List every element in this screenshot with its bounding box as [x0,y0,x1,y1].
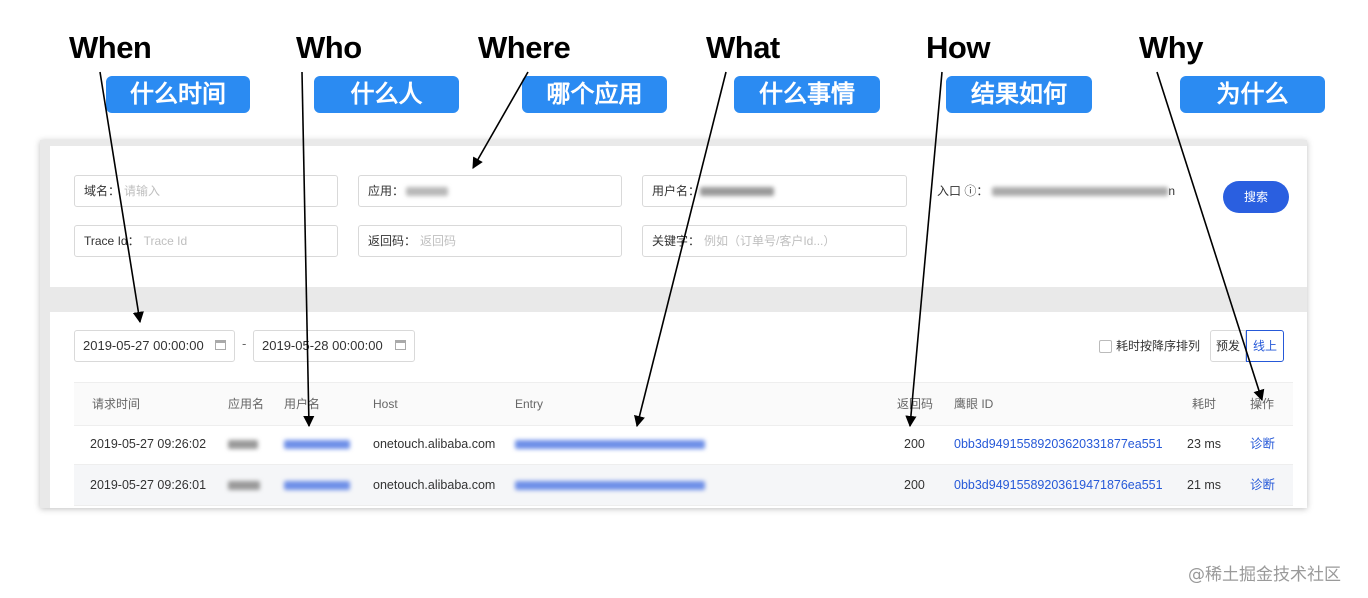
annotation-arrows [99,71,1265,428]
watermark: @稀土掘金技术社区 [1188,565,1341,585]
what-arrow [634,71,727,428]
where-arrow [472,71,529,169]
who-arrow [301,71,315,428]
how-arrow [905,71,943,428]
why-arrow [1156,71,1265,402]
when-arrow [99,71,144,324]
